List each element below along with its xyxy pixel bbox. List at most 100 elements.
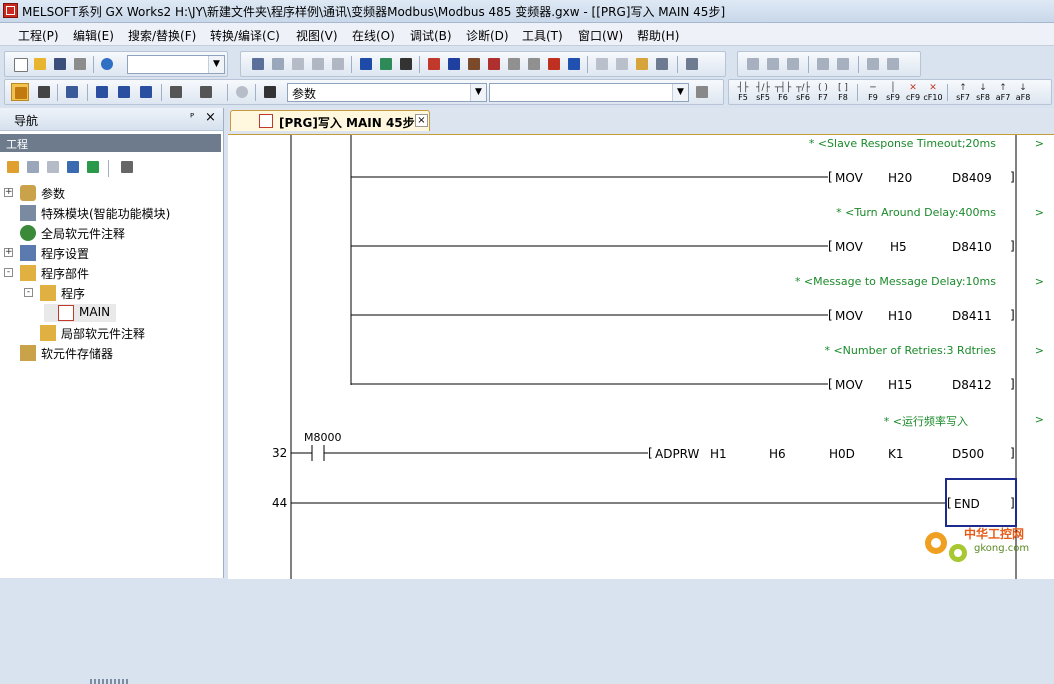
f8-instruction-button[interactable]: [ ] F8 — [833, 83, 853, 103]
device-monitor-icon[interactable] — [197, 83, 215, 101]
device-test-icon[interactable] — [565, 55, 583, 73]
sf9-line-button[interactable]: │ sF9 — [883, 83, 903, 103]
refresh-icon[interactable] — [84, 158, 102, 176]
instr-op: MOV — [835, 240, 863, 254]
watch-icon[interactable] — [167, 83, 185, 101]
copy-data-icon[interactable] — [24, 158, 42, 176]
af7-button[interactable]: ↑ aF7 — [993, 83, 1013, 103]
verify-plc-icon[interactable] — [465, 55, 483, 73]
note-icon[interactable] — [633, 55, 651, 73]
parameter-combo[interactable]: 参数 ▼ — [287, 83, 487, 102]
f6-contact-button[interactable]: ┬┤├ F6 — [773, 83, 793, 103]
close-tab-icon[interactable]: × — [415, 114, 428, 127]
menu-view[interactable]: 视图(V) — [296, 27, 338, 44]
remote-operation-icon[interactable] — [485, 55, 503, 73]
redo-icon[interactable] — [329, 55, 347, 73]
comment-icon[interactable] — [593, 55, 611, 73]
toolbar-separator — [808, 56, 809, 73]
help-icon[interactable] — [98, 55, 116, 73]
af8-button[interactable]: ↓ aF8 — [1013, 83, 1033, 103]
tree-item-main[interactable]: MAIN — [44, 304, 116, 322]
transfer-back-icon[interactable] — [834, 55, 852, 73]
device-search-icon[interactable] — [93, 83, 111, 101]
f7-coil-button[interactable]: ( ) F7 — [813, 83, 833, 103]
tab-prg-main[interactable]: [PRG]写入 MAIN 45步 × — [230, 110, 430, 131]
undo-icon[interactable] — [309, 55, 327, 73]
menu-window[interactable]: 窗口(W) — [578, 27, 623, 44]
menu-diagnostics[interactable]: 诊断(D) — [466, 27, 509, 44]
question-icon[interactable] — [233, 83, 251, 101]
new-project-button[interactable] — [11, 55, 29, 73]
chevron-down-icon: ▼ — [208, 56, 224, 73]
properties-icon[interactable] — [64, 158, 82, 176]
device-list-icon[interactable] — [137, 83, 155, 101]
tree-expander[interactable]: + — [4, 248, 13, 257]
window-list-icon[interactable] — [63, 83, 81, 101]
toolbar-combo-3[interactable]: ▼ — [489, 83, 689, 102]
insert-row-icon[interactable] — [744, 55, 762, 73]
new-data-icon[interactable] — [4, 158, 22, 176]
paste-icon[interactable] — [289, 55, 307, 73]
program-edit-icon[interactable] — [864, 55, 882, 73]
monitor-stop-icon[interactable] — [525, 55, 543, 73]
device-write-icon[interactable] — [377, 55, 395, 73]
tree-expander[interactable]: - — [24, 288, 33, 297]
menu-convert[interactable]: 转换/编译(C) — [210, 27, 280, 44]
copy-icon[interactable] — [269, 55, 287, 73]
f5-contact-button[interactable]: ┤├ F5 — [733, 83, 753, 103]
menu-tools[interactable]: 工具(T) — [522, 27, 563, 44]
folder-icon — [40, 285, 56, 301]
sf7-button[interactable]: ↑ sF7 — [953, 83, 973, 103]
menu-help[interactable]: 帮助(H) — [637, 27, 679, 44]
module-view-icon[interactable] — [35, 83, 53, 101]
find-icon[interactable] — [261, 83, 279, 101]
project-header[interactable]: 工程 — [0, 134, 221, 152]
cut-icon[interactable] — [249, 55, 267, 73]
write-to-plc-icon[interactable] — [445, 55, 463, 73]
search-options-icon[interactable] — [693, 83, 711, 101]
menu-edit[interactable]: 编辑(E) — [73, 27, 114, 44]
print-button[interactable] — [71, 55, 89, 73]
tree-expander[interactable]: + — [4, 188, 13, 197]
program-read-icon[interactable] — [884, 55, 902, 73]
statement-icon[interactable] — [613, 55, 631, 73]
menu-online[interactable]: 在线(O) — [352, 27, 395, 44]
project-view-icon[interactable] — [11, 83, 29, 101]
sf5-contact-button[interactable]: ┤/├ sF5 — [753, 83, 773, 103]
insert-column-icon[interactable] — [784, 55, 802, 73]
simulation-icon[interactable] — [545, 55, 563, 73]
monitor-icon[interactable] — [505, 55, 523, 73]
toolbar-separator — [351, 56, 352, 73]
instr-bracket-open: [ — [947, 496, 952, 510]
pin-icon[interactable]: ᴾ — [190, 111, 194, 124]
tree-expander[interactable]: - — [4, 268, 13, 277]
toolbar-separator — [87, 84, 88, 101]
sf8-button[interactable]: ↓ sF8 — [973, 83, 993, 103]
read-from-plc-icon[interactable] — [425, 55, 443, 73]
paste-data-icon[interactable] — [44, 158, 62, 176]
open-project-button[interactable] — [31, 55, 49, 73]
toolbar-separator — [857, 84, 858, 101]
cf9-delete-line-button[interactable]: ✕ cF9 — [903, 83, 923, 103]
close-icon[interactable]: × — [205, 110, 216, 125]
sf6-contact-button[interactable]: ┬/├ sF6 — [793, 83, 813, 103]
display-icon[interactable] — [653, 55, 671, 73]
device-batch-icon[interactable] — [115, 83, 133, 101]
toolbar-separator — [858, 56, 859, 73]
device-read-icon[interactable] — [357, 55, 375, 73]
sort-icon[interactable] — [118, 158, 136, 176]
device-verify-icon[interactable] — [397, 55, 415, 73]
save-project-button[interactable] — [51, 55, 69, 73]
menu-debug[interactable]: 调试(B) — [410, 27, 452, 44]
f9-line-button[interactable]: ─ F9 — [863, 83, 883, 103]
cf10-delete-line-button[interactable]: ✕ cF10 — [923, 83, 943, 103]
menu-project[interactable]: 工程(P) — [18, 27, 59, 44]
transfer-icon[interactable] — [814, 55, 832, 73]
toolbar-combo-1[interactable]: ▼ — [127, 55, 225, 74]
resize-grip[interactable] — [90, 679, 130, 684]
delete-row-icon[interactable] — [764, 55, 782, 73]
instr-bracket-open: [ — [828, 308, 833, 322]
list-icon[interactable] — [683, 55, 701, 73]
ladder-diagram[interactable]: * <Slave Response Timeout;20ms > [ MOV H… — [228, 134, 1054, 579]
menu-find-replace[interactable]: 搜索/替换(F) — [128, 27, 196, 44]
